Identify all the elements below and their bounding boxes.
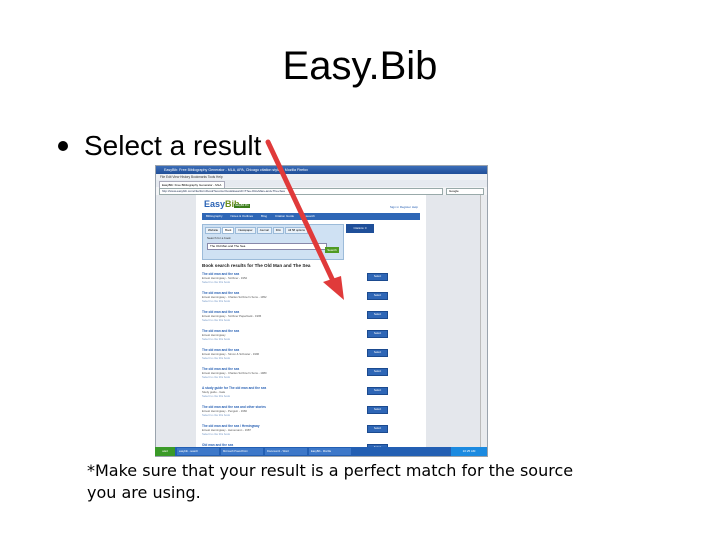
taskbar-item[interactable]: Microsoft PowerPoint bbox=[221, 448, 263, 455]
select-button[interactable]: Select bbox=[367, 368, 388, 376]
window-title: EasyBib: Free Bibliography Generator - M… bbox=[156, 166, 487, 174]
select-button[interactable]: Select bbox=[367, 349, 388, 357]
result-link[interactable]: Select to cite this book bbox=[202, 394, 352, 398]
nav-item-blog[interactable]: Blog bbox=[257, 213, 271, 220]
result-item: The old man and the sea and other storie… bbox=[202, 405, 352, 424]
select-button[interactable]: Select bbox=[367, 406, 388, 414]
taskbar: start easybib - search Microsoft PowerPo… bbox=[155, 447, 487, 456]
result-link[interactable]: Select to cite this book bbox=[202, 299, 352, 303]
select-button[interactable]: Select bbox=[367, 311, 388, 319]
url-field[interactable]: http://www.easybib.com/cite/form/book?so… bbox=[159, 187, 443, 195]
result-item: The old man and the sea / Hemingway Ernes… bbox=[202, 424, 352, 443]
select-button[interactable]: Select bbox=[367, 330, 388, 338]
select-button[interactable]: Select bbox=[367, 387, 388, 395]
address-bar: http://www.easybib.com/cite/form/book?so… bbox=[156, 187, 487, 195]
tab-newspaper[interactable]: Newspaper bbox=[235, 227, 256, 234]
vertical-scrollbar[interactable] bbox=[480, 195, 487, 449]
browser-screenshot: EasyBib: Free Bibliography Generator - M… bbox=[155, 165, 488, 457]
nav-item-bibliography[interactable]: Bibliography bbox=[202, 213, 227, 220]
slide-title: Easy.Bib bbox=[282, 44, 438, 88]
tab-website[interactable]: Website bbox=[205, 227, 222, 234]
promo-badge[interactable]: EasyBib Pro bbox=[234, 204, 250, 208]
nav-item-notes[interactable]: Notes & Outlines bbox=[227, 213, 258, 220]
taskbar-item[interactable]: easybib - search bbox=[177, 448, 219, 455]
citation-count-badge[interactable]: Citations: 0 bbox=[346, 224, 374, 233]
search-field[interactable]: Google bbox=[446, 187, 484, 195]
taskbar-item[interactable]: Document1 - Word bbox=[265, 448, 307, 455]
search-button[interactable]: Search bbox=[325, 247, 339, 253]
result-link[interactable]: Select to cite this book bbox=[202, 375, 352, 379]
result-item: The old man and the sea Ernest Hemingway … bbox=[202, 310, 352, 329]
tab-film[interactable]: Film bbox=[272, 227, 285, 234]
tab-journal[interactable]: Journal bbox=[256, 227, 272, 234]
tab-all-options[interactable]: All 58 options bbox=[285, 227, 308, 234]
results-list: The old man and the sea Ernest Hemingway … bbox=[202, 272, 352, 456]
result-item: The old man and the sea Ernest Hemingway … bbox=[202, 348, 352, 367]
result-item: The old man and the sea Ernest Hemingway … bbox=[202, 272, 352, 291]
user-links[interactable]: Sign in Register Help bbox=[390, 205, 418, 209]
bullet-item: Select a result bbox=[58, 130, 261, 162]
source-tabs: Website Book Newspaper Journal Film All … bbox=[203, 225, 343, 234]
taskbar-item[interactable]: EasyBib - Mozilla bbox=[309, 448, 351, 455]
page-viewport: EasyBib EasyBib Pro Sign in Register Hel… bbox=[156, 195, 481, 456]
nav-item-research[interactable]: Research bbox=[298, 213, 319, 220]
select-button[interactable]: Select bbox=[367, 292, 388, 300]
easybib-page: EasyBib EasyBib Pro Sign in Register Hel… bbox=[196, 195, 426, 456]
result-item: The old man and the sea Ernest Hemingway S… bbox=[202, 329, 352, 348]
result-item: The old man and the sea Ernest Hemingway … bbox=[202, 367, 352, 386]
search-label: Search for a book bbox=[207, 236, 231, 240]
result-link[interactable]: Select to cite this book bbox=[202, 356, 352, 360]
result-link[interactable]: Select to cite this book bbox=[202, 337, 352, 341]
result-link[interactable]: Select to cite this book bbox=[202, 280, 352, 284]
result-link[interactable]: Select to cite this book bbox=[202, 318, 352, 322]
clock: 10:25 AM bbox=[451, 447, 487, 456]
footnote: *Make sure that your result is a perfect… bbox=[87, 461, 574, 502]
results-heading: Book search results for The Old Man and … bbox=[202, 263, 311, 268]
book-search-input[interactable]: The Old Man and The Sea bbox=[207, 243, 327, 250]
taskbar-tasks: easybib - search Microsoft PowerPoint Do… bbox=[177, 448, 447, 455]
result-item: The old man and the sea Ernest Hemingway … bbox=[202, 291, 352, 310]
main-nav: Bibliography Notes & Outlines Blog Citat… bbox=[202, 213, 420, 220]
tab-strip: EasyBib: Free Bibliography Generator - M… bbox=[156, 180, 487, 189]
tab-book[interactable]: Book bbox=[222, 227, 235, 234]
select-button[interactable]: Select bbox=[367, 273, 388, 281]
select-button[interactable]: Select bbox=[367, 425, 388, 433]
result-link[interactable]: Select to cite this book bbox=[202, 413, 352, 417]
cite-form: Website Book Newspaper Journal Film All … bbox=[202, 224, 344, 260]
bullet-text: Select a result bbox=[84, 130, 262, 161]
bullet-dot-icon bbox=[58, 141, 68, 151]
result-link[interactable]: Select to cite this book bbox=[202, 432, 352, 436]
nav-item-citation-guide[interactable]: Citation Guide bbox=[271, 213, 298, 220]
result-item: A study guide for The old man and the se… bbox=[202, 386, 352, 405]
start-button[interactable]: start bbox=[155, 447, 175, 456]
